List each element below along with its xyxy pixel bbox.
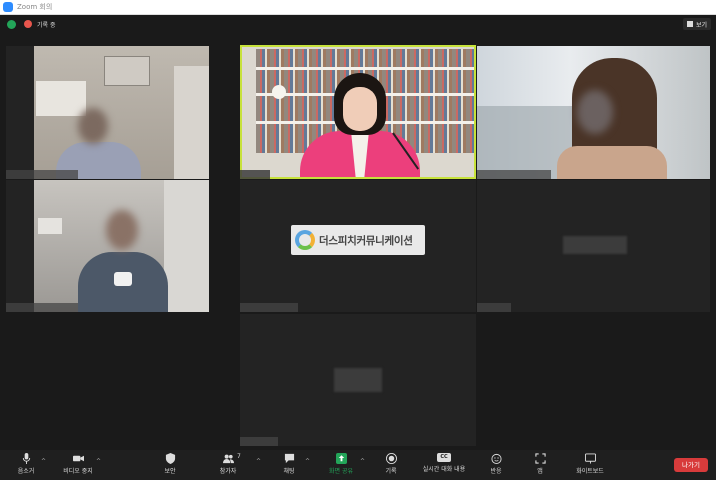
shelf-board: [256, 67, 474, 70]
whiteboard-label: 화이트보드: [576, 468, 604, 475]
record-label: 기록: [385, 468, 397, 475]
smiley-plus-icon: [490, 453, 502, 464]
host-nameplate: [240, 170, 270, 179]
record-button[interactable]: 기록: [365, 453, 417, 475]
grid-view-icon: [686, 21, 693, 27]
wall-panel: [174, 66, 209, 179]
recording-dot-icon: [24, 20, 32, 28]
meeting-topbar: 기록 중 보기: [0, 15, 716, 33]
participant-nameplate: [240, 303, 298, 312]
video-options-caret-icon[interactable]: ^: [96, 458, 101, 465]
chat-label: 채팅: [283, 468, 295, 475]
video-tile-participant-7[interactable]: [240, 314, 476, 446]
stop-video-label: 비디오 중지: [63, 468, 93, 475]
apps-icon: [534, 453, 546, 464]
wall-panel: [164, 180, 209, 312]
microphone-icon: [22, 453, 30, 464]
face-mask: [114, 272, 132, 286]
security-label: 보안: [164, 468, 176, 475]
participant-nameplate: [6, 170, 78, 179]
closed-caption-icon: CC: [437, 453, 451, 462]
recording-indicator[interactable]: 기록 중: [24, 20, 55, 29]
video-tile-participant-4[interactable]: [6, 180, 209, 312]
reactions-label: 반응: [490, 468, 502, 475]
desk-lamp: [272, 85, 286, 99]
participant-name-placeholder: [334, 368, 382, 392]
apps-label: 앱: [537, 468, 543, 475]
company-logo-watermark: 더스피치커뮤니케이션: [291, 225, 425, 255]
video-tile-participant-3[interactable]: [477, 46, 710, 179]
participants-options-caret-icon[interactable]: ^: [256, 458, 261, 465]
participant-nameplate: [6, 303, 78, 312]
participants-icon: [222, 454, 234, 464]
mute-label: 음소거: [17, 468, 35, 475]
live-transcript-label: 실시간 대화 내용: [422, 466, 466, 473]
participant-video: [34, 180, 209, 312]
participant-nameplate: [477, 170, 551, 179]
encryption-shield-icon[interactable]: [7, 19, 16, 29]
participant-video: [34, 46, 209, 179]
video-tile-participant-1[interactable]: [6, 46, 209, 179]
participants-label: 참가자: [219, 468, 237, 475]
participant-video: [242, 47, 474, 177]
participant-nameplate: [477, 303, 511, 312]
blurred-face: [577, 90, 613, 134]
window-title: Zoom 회의: [17, 3, 53, 11]
view-label: 보기: [695, 21, 707, 29]
blurred-face: [78, 108, 108, 144]
leave-meeting-button[interactable]: 나가기: [674, 458, 708, 472]
logo-ring-icon: [295, 230, 315, 250]
blurred-face: [106, 210, 138, 250]
person-face: [343, 87, 377, 131]
view-button[interactable]: 보기: [682, 18, 711, 30]
video-tile-host[interactable]: [240, 45, 476, 179]
record-icon: [385, 453, 397, 464]
participant-video: [477, 46, 710, 179]
meeting-toolbar: 음소거 ^ 비디오 중지 ^ 보안 참가자 7 ^ 채팅 ^ 화면 공유 ^ 기…: [0, 450, 716, 480]
chat-options-caret-icon[interactable]: ^: [305, 458, 310, 465]
window-titlebar: Zoom 회의: [0, 0, 716, 15]
video-tile-participant-6[interactable]: [477, 180, 710, 312]
participant-name-placeholder: [563, 236, 627, 254]
wall-chart: [36, 81, 86, 116]
chat-bubble-icon: [284, 453, 294, 464]
video-camera-icon: [72, 455, 84, 462]
whiteboard-button[interactable]: 화이트보드: [564, 453, 616, 475]
live-transcript-button[interactable]: CC 실시간 대화 내용: [418, 453, 470, 473]
participants-count: 7: [237, 453, 241, 460]
mute-options-caret-icon[interactable]: ^: [41, 458, 46, 465]
air-conditioner: [38, 218, 62, 234]
share-screen-label: 화면 공유: [329, 468, 353, 475]
participant-nameplate: [240, 437, 278, 446]
logo-text: 더스피치커뮤니케이션: [319, 234, 413, 247]
whiteboard-icon: [584, 453, 596, 464]
participants-button[interactable]: 참가자: [202, 453, 254, 475]
security-button[interactable]: 보안: [144, 453, 196, 475]
shield-icon: [165, 453, 175, 464]
zoom-logo-icon: [3, 2, 13, 12]
share-screen-icon: [335, 453, 347, 464]
ceiling-vent: [104, 56, 150, 86]
apps-button[interactable]: 앱: [514, 453, 566, 475]
person-top: [557, 146, 667, 179]
recording-label: 기록 중: [37, 21, 56, 29]
